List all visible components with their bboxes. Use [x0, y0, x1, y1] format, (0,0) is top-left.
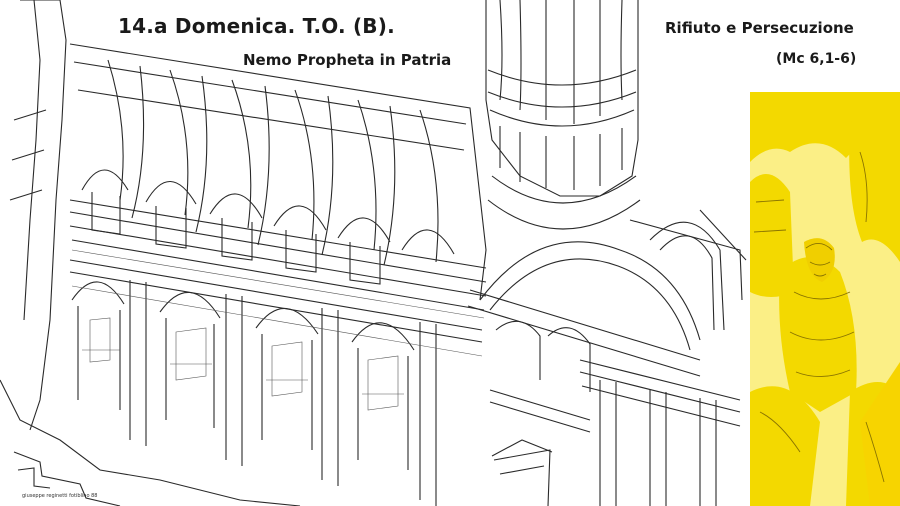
scripture-reference: (Mc 6,1-6)	[776, 51, 857, 67]
page-title: 14.a Domenica. T.O. (B).	[118, 14, 395, 38]
drawing-credit: giuseppe reginetti fotiblino 88	[22, 493, 98, 499]
slide: 14.a Domenica. T.O. (B). Nemo Propheta i…	[0, 0, 900, 506]
page-subtitle: Nemo Propheta in Patria	[243, 51, 452, 69]
theme-heading: Rifiuto e Persecuzione	[665, 19, 854, 37]
yellow-figure-illustration	[750, 92, 900, 506]
